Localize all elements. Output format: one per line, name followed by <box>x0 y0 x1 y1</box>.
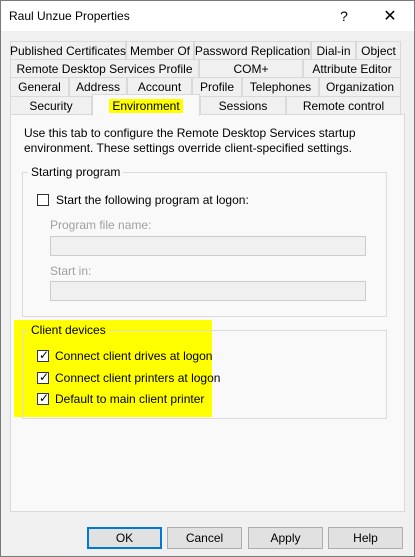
tab-security[interactable]: Security <box>10 96 92 115</box>
question-icon: ? <box>340 8 348 24</box>
start-in-input[interactable] <box>50 281 366 301</box>
client-devices-group-label: Client devices <box>28 323 109 338</box>
tab-rds-profile[interactable]: Remote Desktop Services Profile <box>10 59 199 78</box>
title-bar: Raul Unzue Properties ? ✕ <box>1 1 414 31</box>
tab-row-1: Published Certificates Member Of Passwor… <box>1 41 414 60</box>
tab-row-3: General Address Account Profile Telephon… <box>1 77 414 96</box>
connect-printers-checkbox[interactable]: ✓ <box>37 370 50 384</box>
connect-printers-label: Connect client printers at logon <box>55 371 221 385</box>
start-in-label: Start in: <box>50 264 92 278</box>
checkmark-icon: ✓ <box>38 391 50 405</box>
tab-object[interactable]: Object <box>356 41 401 60</box>
apply-button[interactable]: Apply <box>248 527 323 549</box>
checkmark-icon: ✓ <box>38 370 50 384</box>
close-icon: ✕ <box>383 8 397 25</box>
program-file-name-label: Program file name: <box>50 218 152 232</box>
default-printer-checkbox[interactable]: ✓ <box>37 391 50 405</box>
tab-password-replication[interactable]: Password Replication <box>194 41 311 60</box>
connect-drives-checkbox[interactable]: ✓ <box>37 348 50 362</box>
checkmark-icon: ✓ <box>38 348 50 362</box>
tab-remote-control[interactable]: Remote control <box>286 96 401 115</box>
program-file-name-input[interactable] <box>50 236 366 256</box>
help-button[interactable]: Help <box>328 527 403 549</box>
tab-environment[interactable]: Environment <box>92 94 200 116</box>
tab-telephones[interactable]: Telephones <box>242 77 319 96</box>
tab-published-certificates[interactable]: Published Certificates <box>10 41 126 60</box>
default-printer-label: Default to main client printer <box>55 392 205 406</box>
tab-row-4: Security Environment Sessions Remote con… <box>1 94 414 116</box>
tab-member-of[interactable]: Member Of <box>126 41 194 60</box>
tab-dial-in[interactable]: Dial-in <box>311 41 356 60</box>
starting-program-group-label: Starting program <box>28 165 124 180</box>
ok-button[interactable]: OK <box>87 527 162 549</box>
tab-com-plus[interactable]: COM+ <box>199 59 303 78</box>
start-program-label: Start the following program at logon: <box>56 193 249 207</box>
tab-organization[interactable]: Organization <box>319 77 401 96</box>
tab-attribute-editor[interactable]: Attribute Editor <box>303 59 401 78</box>
start-program-checkbox[interactable] <box>37 194 49 206</box>
environment-description: Use this tab to configure the Remote Des… <box>24 126 356 155</box>
cancel-button[interactable]: Cancel <box>167 527 242 549</box>
tab-row-2: Remote Desktop Services Profile COM+ Att… <box>1 59 414 78</box>
environment-panel: Use this tab to configure the Remote Des… <box>10 114 405 512</box>
client-devices-group: Client devices ✓ Connect client drives a… <box>22 323 387 419</box>
help-title-button[interactable]: ? <box>321 1 367 31</box>
tab-general[interactable]: General <box>10 77 69 96</box>
connect-drives-label: Connect client drives at logon <box>55 349 213 363</box>
window-title: Raul Unzue Properties <box>9 9 130 23</box>
tab-environment-label: Environment <box>109 98 183 113</box>
close-button[interactable]: ✕ <box>367 1 413 31</box>
starting-program-group: Starting program Start the following pro… <box>22 165 387 317</box>
tab-sessions[interactable]: Sessions <box>200 96 286 115</box>
properties-dialog: Raul Unzue Properties ? ✕ Published Cert… <box>0 0 415 557</box>
